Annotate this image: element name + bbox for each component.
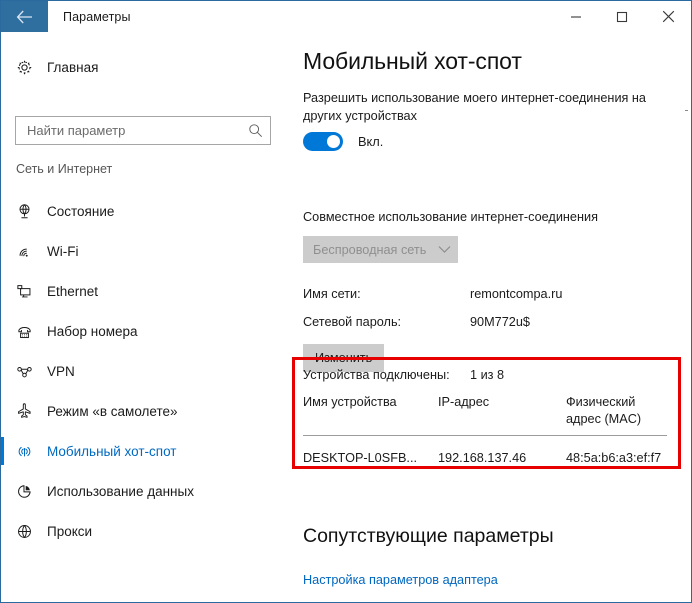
share-connection-dropdown[interactable]: Беспроводная сеть (303, 236, 458, 263)
sidebar-item-ethernet-label: Ethernet (47, 283, 99, 299)
proxy-globe-icon (1, 523, 47, 540)
sidebar-item-data-usage-label: Использование данных (47, 483, 194, 499)
sidebar-item-data-usage[interactable]: Использование данных (1, 471, 290, 511)
network-password-key: Сетевой пароль: (303, 315, 402, 329)
hotspot-toggle-row: Вкл. (303, 132, 383, 151)
sidebar-item-vpn[interactable]: VPN (1, 351, 290, 391)
sidebar-nav-list: Состояние Wi-Fi Ethernet Набор номера VP… (1, 191, 290, 551)
related-settings-title: Сопутствующие параметры (303, 525, 554, 547)
network-password-row: Сетевой пароль: 90M772u$ (303, 315, 683, 329)
dialup-phone-icon (1, 323, 47, 340)
devices-connected-key: Устройства подключены: (303, 368, 450, 382)
column-header-device-name: Имя устройства (303, 395, 397, 409)
scrollbar-thumb[interactable] (685, 110, 688, 111)
content-scrollbar[interactable] (682, 32, 691, 602)
devices-table-header: Имя устройства IP-адрес Физический адрес… (303, 394, 667, 436)
hotspot-toggle[interactable] (303, 132, 343, 151)
column-header-mac-address: Физический адрес (MAC) (566, 395, 642, 426)
back-button[interactable] (1, 1, 48, 32)
network-name-key: Имя сети: (303, 287, 361, 301)
toggle-knob (327, 135, 340, 148)
window-title: Параметры (63, 9, 131, 24)
allow-sharing-description: Разрешить использование моего интернет-с… (303, 91, 646, 123)
status-globe-icon (1, 203, 47, 220)
sidebar-item-ethernet[interactable]: Ethernet (1, 271, 290, 311)
table-row: DESKTOP-L0SFB... 192.168.137.46 48:5a:b6… (303, 436, 667, 465)
share-connection-dropdown-value: Беспроводная сеть (313, 242, 427, 257)
hotspot-icon (1, 443, 47, 460)
column-header-ip-address: IP-адрес (438, 395, 490, 409)
sidebar-item-home[interactable]: Главная (1, 49, 290, 85)
network-name-row: Имя сети: remontcompa.ru (303, 287, 683, 301)
sidebar-item-airplane-mode[interactable]: Режим «в самолете» (1, 391, 290, 431)
sidebar-item-home-label: Главная (47, 59, 99, 75)
share-connection-label: Совместное использование интернет-соедин… (303, 210, 598, 224)
sidebar-item-status-label: Состояние (47, 203, 115, 219)
sidebar-item-vpn-label: VPN (47, 363, 75, 379)
close-button[interactable] (645, 1, 691, 32)
gear-icon (1, 59, 47, 76)
search-icon (240, 123, 270, 138)
sidebar-item-mobile-hotspot[interactable]: Мобильный хот-спот (1, 431, 290, 471)
sidebar-item-mobile-hotspot-label: Мобильный хот-спот (47, 443, 177, 459)
network-name-value: remontcompa.ru (470, 287, 563, 301)
devices-connected-value: 1 из 8 (470, 368, 505, 382)
sidebar-item-dialup[interactable]: Набор номера (1, 311, 290, 351)
settings-window: Параметры Главная Найти параметр Сеть и … (0, 0, 692, 603)
page-title: Мобильный хот-спот (303, 48, 522, 74)
hotspot-toggle-state-label: Вкл. (358, 134, 384, 149)
devices-table: Имя устройства IP-адрес Физический адрес… (303, 394, 667, 465)
minimize-button[interactable] (553, 1, 599, 32)
data-usage-pie-icon (1, 483, 47, 500)
sidebar: Главная Сеть и Интернет (1, 32, 290, 602)
ethernet-icon (1, 283, 47, 300)
wifi-icon (1, 243, 47, 260)
cell-mac-address: 48:5a:b6:a3:ef:f7 (566, 451, 662, 465)
sidebar-item-proxy-label: Прокси (47, 523, 93, 539)
sidebar-item-status[interactable]: Состояние (1, 191, 290, 231)
link-adapter-settings[interactable]: Настройка параметров адаптера (303, 573, 498, 587)
sidebar-item-wifi[interactable]: Wi-Fi (1, 231, 290, 271)
maximize-button[interactable] (599, 1, 645, 32)
search-input[interactable] (16, 123, 240, 138)
network-password-value: 90M772u$ (470, 315, 530, 329)
cell-device-name: DESKTOP-L0SFB... (303, 451, 417, 465)
chevron-down-icon (438, 245, 451, 254)
content-pane: Мобильный хот-спот Разрешить использован… (290, 32, 691, 602)
search-box[interactable] (15, 116, 271, 145)
sidebar-item-proxy[interactable]: Прокси (1, 511, 290, 551)
sidebar-item-wifi-label: Wi-Fi (47, 243, 79, 259)
vpn-icon (1, 363, 47, 380)
sidebar-category-label: Сеть и Интернет (16, 162, 113, 176)
cell-ip-address: 192.168.137.46 (438, 451, 527, 465)
devices-connected-row: Устройства подключены: 1 из 8 (303, 368, 504, 382)
sidebar-item-airplane-mode-label: Режим «в самолете» (47, 403, 178, 419)
airplane-icon (1, 402, 47, 420)
sidebar-item-dialup-label: Набор номера (47, 323, 138, 339)
title-bar: Параметры (1, 1, 691, 32)
